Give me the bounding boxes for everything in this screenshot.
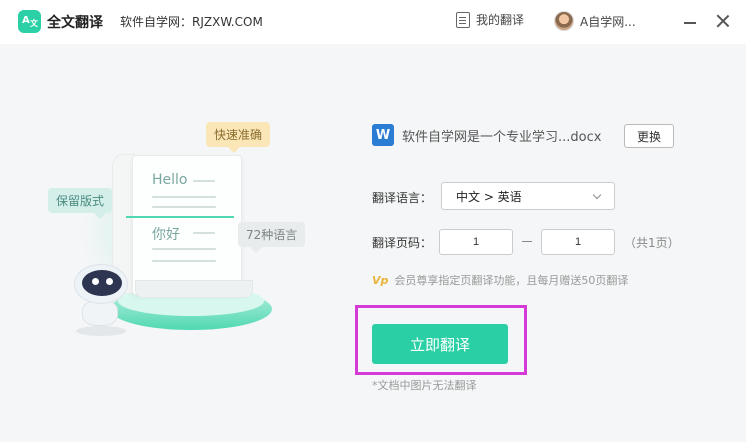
- robot-eye: [106, 278, 113, 285]
- my-translations-label: 我的翻译: [476, 13, 525, 27]
- document-list-icon: [456, 11, 470, 28]
- text-line: [193, 180, 215, 182]
- user-account-button[interactable]: A自学网...: [554, 11, 636, 31]
- robot-face: [82, 270, 122, 296]
- translation-illustration: Hello 你好 快速准确 保留版式 72种语言: [40, 110, 330, 350]
- text-line: [152, 260, 216, 262]
- robot-shadow: [76, 326, 126, 336]
- my-translations-button[interactable]: 我的翻译: [456, 11, 524, 28]
- change-file-button[interactable]: 更换: [624, 124, 674, 148]
- close-icon[interactable]: [716, 14, 730, 28]
- site-label: 软件自学网：RJZXW.COM: [120, 15, 263, 29]
- chevron-down-icon: [592, 190, 602, 200]
- file-name: 软件自学网是一个专业学习...docx: [402, 129, 602, 145]
- text-line: [193, 232, 215, 234]
- app-logo-icon: A 文: [18, 10, 41, 33]
- vip-icon: Vp: [372, 273, 389, 287]
- avatar: [554, 11, 574, 31]
- scroll-bottom-decoration: [135, 280, 253, 298]
- text-line: [152, 206, 216, 208]
- translate-now-button[interactable]: 立即翻译: [372, 324, 508, 364]
- app-name: 全文翻译: [47, 15, 103, 31]
- title-bar: A 文 全文翻译 软件自学网：RJZXW.COM 我的翻译 A自学网...: [0, 0, 746, 44]
- minimize-icon[interactable]: [684, 22, 696, 24]
- language-label: 翻译语言：: [372, 191, 433, 205]
- divider-line: [126, 216, 234, 218]
- robot-eye: [92, 278, 99, 285]
- text-line: [152, 196, 216, 198]
- word-document-icon: W: [372, 124, 394, 146]
- page-to-input[interactable]: [541, 229, 615, 255]
- logo-letter-a: A: [22, 15, 30, 26]
- file-info: W 软件自学网是一个专业学习...docx: [372, 124, 601, 146]
- logo-letter-wen: 文: [30, 19, 38, 28]
- user-name: A自学网...: [580, 14, 636, 29]
- image-note: *文档中图片无法翻译: [372, 379, 477, 392]
- vip-notice: Vp 会员尊享指定页翻译功能，且每月赠送50页翻译: [372, 272, 628, 288]
- badge-fast-accurate: 快速准确: [206, 122, 271, 153]
- range-dash: [522, 241, 532, 242]
- page-from-input[interactable]: [439, 229, 513, 255]
- nihao-text: 你好: [152, 227, 180, 243]
- total-pages: （共1页）: [624, 236, 680, 250]
- badge-keep-layout: 保留版式: [48, 188, 113, 219]
- language-select[interactable]: 中文 > 英语: [441, 182, 615, 210]
- badge-72-languages: 72种语言: [238, 222, 306, 253]
- language-selected-value: 中文 > 英语: [456, 189, 522, 204]
- hello-text: Hello: [152, 172, 188, 188]
- text-line: [152, 248, 216, 250]
- vip-text: 会员尊享指定页翻译功能，且每月赠送50页翻译: [394, 274, 629, 287]
- page-range-label: 翻译页码：: [372, 236, 433, 250]
